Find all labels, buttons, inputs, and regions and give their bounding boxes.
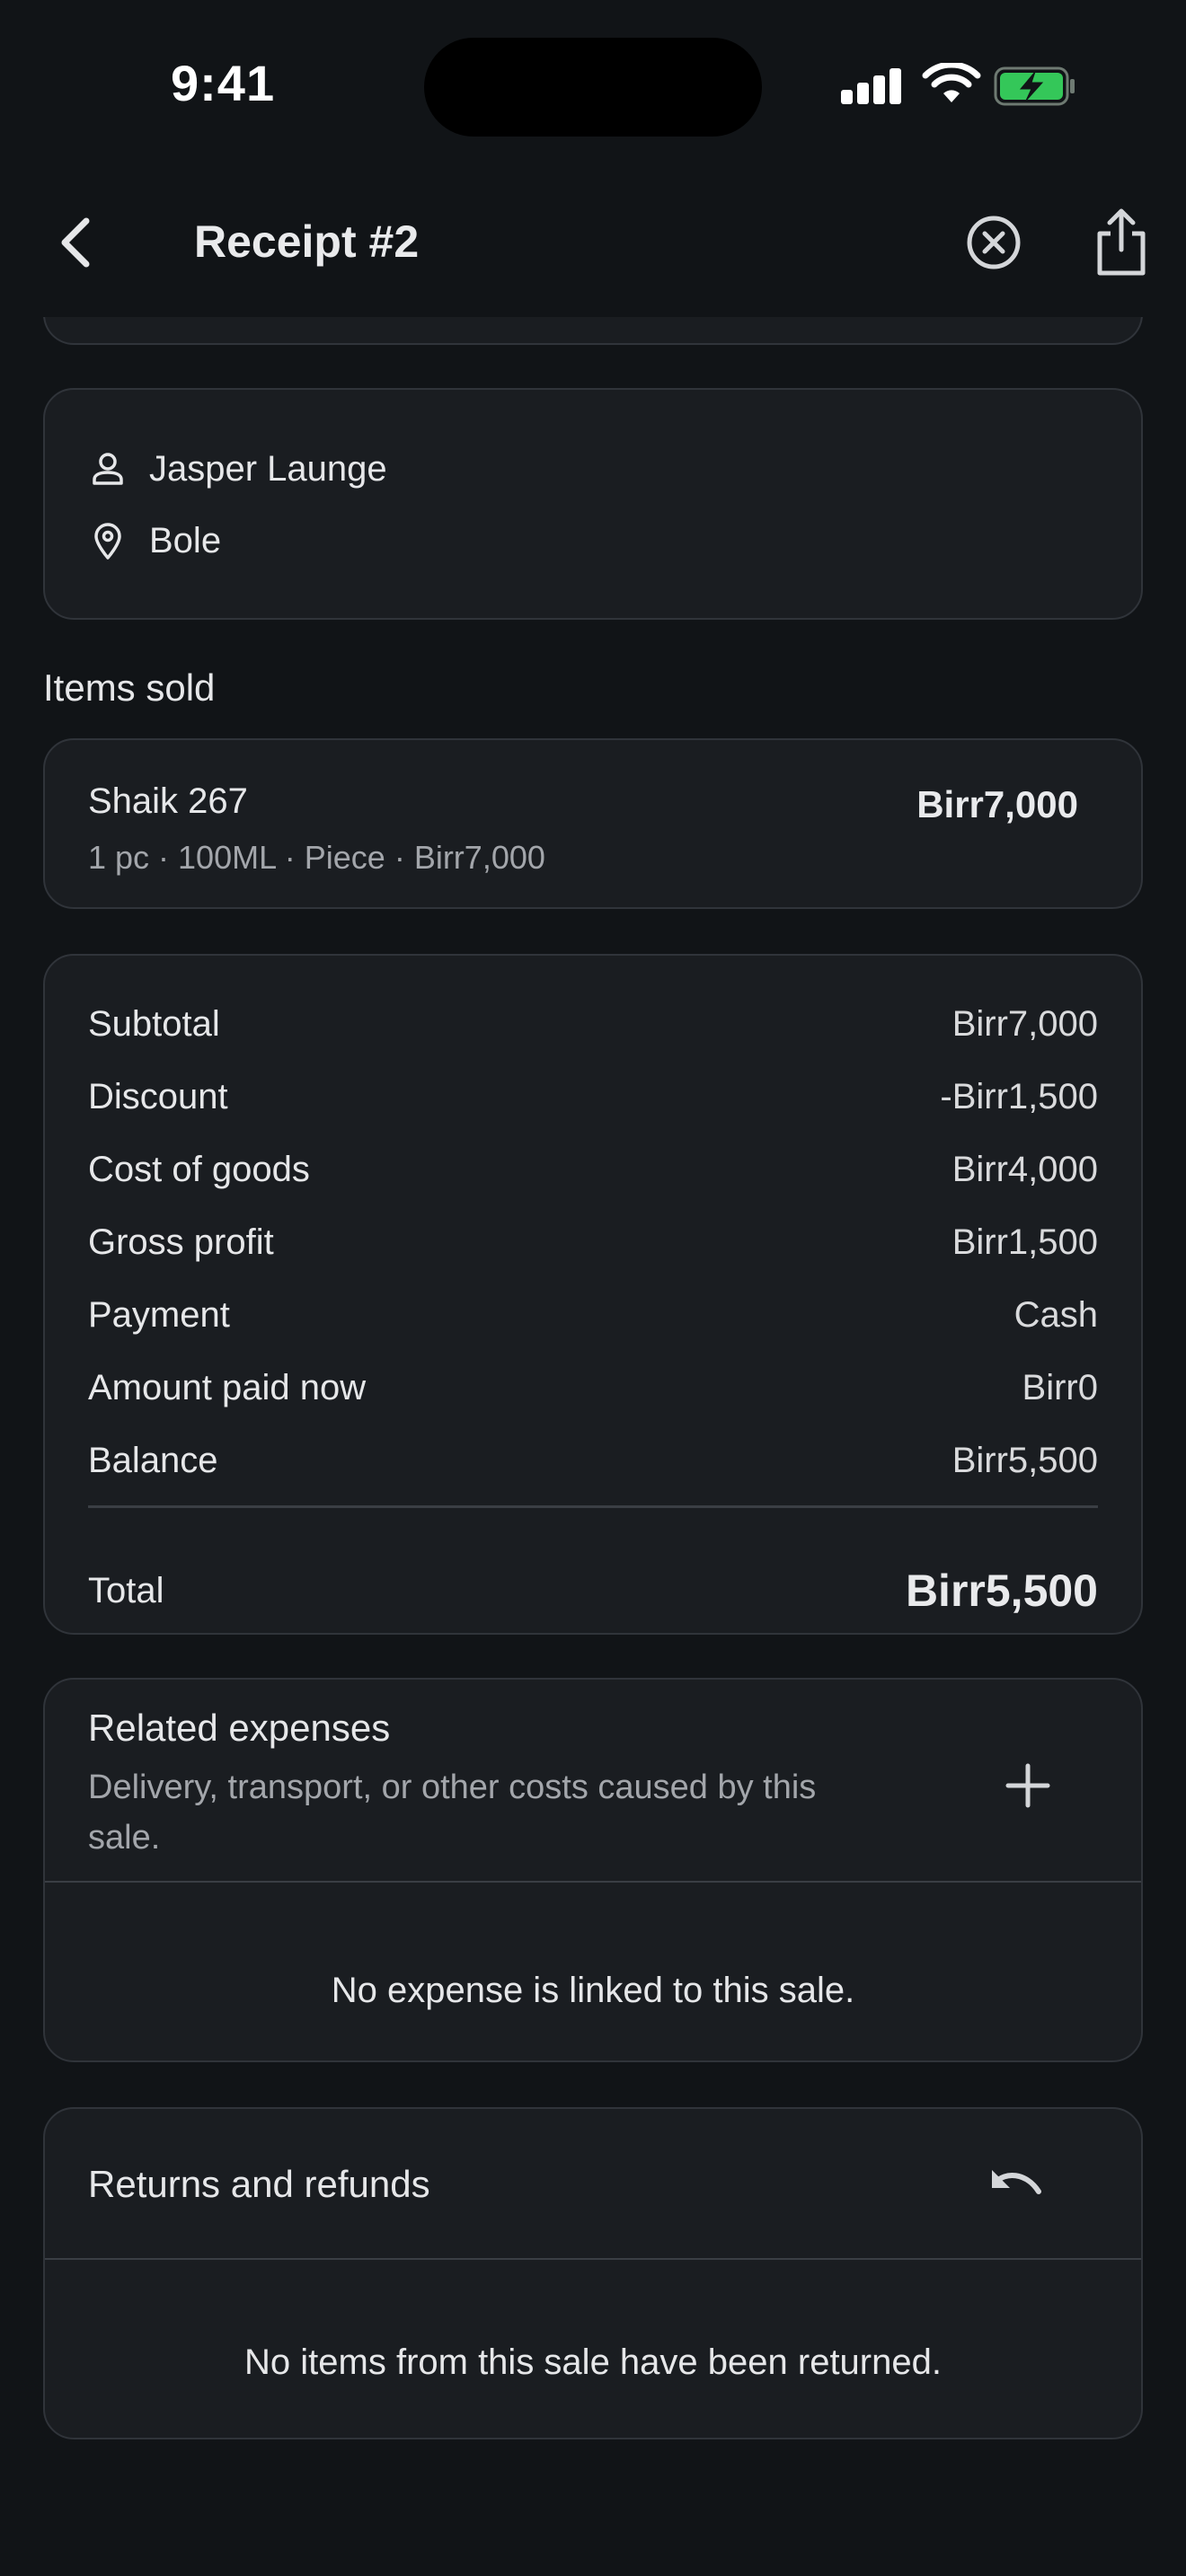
dynamic-island <box>424 38 762 137</box>
item-meta: 1 pc · 100ML · Piece · Birr7,000 <box>88 839 545 876</box>
plus-icon[interactable] <box>1001 1759 1055 1813</box>
summary-value: Cash <box>1013 1294 1098 1335</box>
list-item[interactable]: Shaik 267 1 pc · 100ML · Piece · Birr7,0… <box>43 738 1143 909</box>
wifi-icon <box>922 63 981 102</box>
summary-row-discount: Discount -Birr1,500 <box>88 1070 1098 1124</box>
summary-label: Gross profit <box>88 1222 274 1262</box>
battery-charging-icon <box>994 66 1075 106</box>
expenses-subtitle: Delivery, transport, or other costs caus… <box>88 1769 817 1857</box>
summary-value: Birr5,500 <box>951 1440 1098 1480</box>
person-icon <box>93 453 123 485</box>
expenses-title: Related expenses <box>88 1707 391 1749</box>
summary-label: Subtotal <box>88 1003 220 1044</box>
item-price: Birr7,000 <box>916 783 1078 825</box>
summary-row-payment: Payment Cash <box>88 1288 1098 1342</box>
share-icon[interactable] <box>1085 205 1157 280</box>
summary-value: -Birr1,500 <box>940 1076 1098 1116</box>
nav-header: Receipt #2 <box>0 171 1186 314</box>
expenses-divider <box>45 1881 1141 1883</box>
summary-row-subtotal: Subtotal Birr7,000 <box>88 997 1098 1051</box>
close-circle-icon[interactable] <box>958 207 1030 278</box>
customer-card: Jasper Launge Bole <box>43 388 1143 620</box>
undo-icon[interactable] <box>985 2156 1048 2219</box>
back-icon[interactable] <box>45 207 108 278</box>
summary-row-amount-paid: Amount paid now Birr0 <box>88 1361 1098 1415</box>
summary-label: Cost of goods <box>88 1149 310 1189</box>
returns-empty-message: No items from this sale have been return… <box>244 2342 942 2382</box>
returns-title: Returns and refunds <box>88 2163 430 2205</box>
summary-row-cost-of-goods: Cost of goods Birr4,000 <box>88 1142 1098 1196</box>
cellular-signal-icon <box>839 63 902 108</box>
summary-label: Amount paid now <box>88 1367 367 1407</box>
expenses-empty-message: No expense is linked to this sale. <box>331 1971 855 2010</box>
total-label: Total <box>88 1570 164 1610</box>
summary-value: Birr0 <box>1022 1367 1098 1407</box>
summary-value: Birr7,000 <box>951 1003 1098 1044</box>
customer-name-row: Jasper Launge <box>88 442 387 496</box>
summary-value: Birr4,000 <box>951 1149 1098 1189</box>
related-expenses-card: Related expenses Delivery, transport, or… <box>43 1678 1143 2062</box>
customer-location: Bole <box>149 520 222 560</box>
returns-divider <box>45 2258 1141 2260</box>
summary-value: Birr1,500 <box>951 1222 1098 1262</box>
customer-location-row: Bole <box>88 514 221 568</box>
items-sold-label: Items sold <box>43 666 216 709</box>
summary-divider <box>88 1505 1098 1508</box>
status-time: 9:41 <box>171 55 276 111</box>
customer-name: Jasper Launge <box>149 448 387 489</box>
item-name: Shaik 267 <box>88 781 248 821</box>
returns-card: Returns and refunds No items from this s… <box>43 2107 1143 2439</box>
summary-row-gross-profit: Gross profit Birr1,500 <box>88 1215 1098 1269</box>
summary-card: Subtotal Birr7,000 Discount -Birr1,500 C… <box>43 954 1143 1635</box>
status-bar: 9:41 <box>0 0 1186 171</box>
summary-row-balance: Balance Birr5,500 <box>88 1434 1098 1487</box>
summary-label: Discount <box>88 1076 228 1116</box>
receipt-screen: 9:41 Receipt #2 Jasper Launge Bole Items… <box>0 0 1186 2576</box>
summary-label: Balance <box>88 1440 218 1480</box>
location-pin-icon <box>94 523 121 560</box>
summary-total-row: Total Birr5,500 <box>88 1559 1098 1622</box>
total-value: Birr5,500 <box>905 1566 1098 1616</box>
page-title: Receipt #2 <box>194 216 420 267</box>
summary-label: Payment <box>88 1294 230 1335</box>
